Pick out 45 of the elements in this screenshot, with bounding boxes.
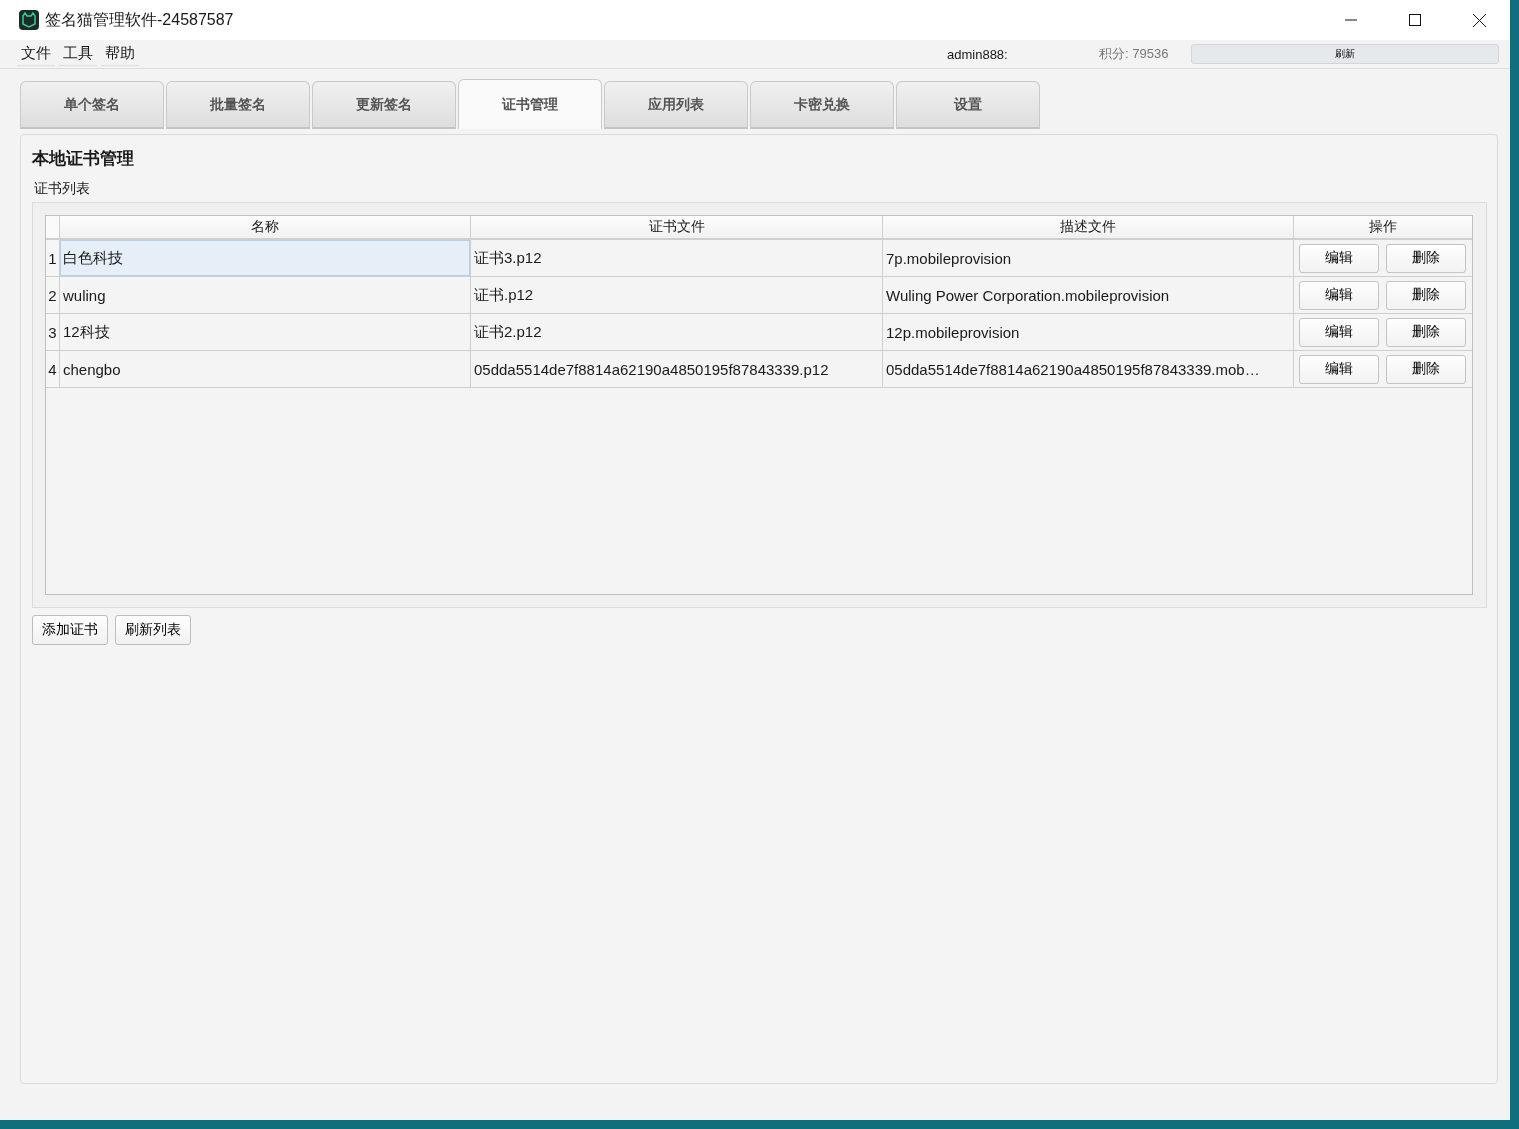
column-header: 描述文件 [882, 216, 1293, 240]
menu-item[interactable]: 帮助 [101, 42, 139, 66]
edit-button[interactable]: 编辑 [1299, 317, 1379, 347]
table-cell: 证书3.p12 [470, 240, 882, 277]
table-cell: 12p.mobileprovision [882, 314, 1293, 351]
window-title: 签名猫管理软件-24587587 [45, 9, 235, 30]
table-cell: 05dda5514de7f8814a62190a4850195f87843339.p12 [470, 351, 882, 388]
edit-button[interactable]: 编辑 [1299, 354, 1379, 384]
refresh-list-button[interactable]: 刷新列表 [115, 615, 191, 645]
group-label: 证书列表 [34, 180, 91, 198]
table-cell[interactable]: wuling [59, 277, 470, 314]
delete-button[interactable]: 删除 [1386, 317, 1466, 347]
table-cell: 证书2.p12 [470, 314, 882, 351]
table-cell[interactable]: 12科技 [59, 314, 470, 351]
refresh-button[interactable]: 刷新 [1191, 44, 1499, 64]
delete-button[interactable]: 删除 [1386, 280, 1466, 310]
column-header: 名称 [59, 216, 470, 240]
table-cell[interactable]: chengbo [59, 351, 470, 388]
column-header: 证书文件 [470, 216, 882, 240]
edit-button[interactable]: 编辑 [1299, 280, 1379, 310]
table-cell[interactable]: 白色科技 [59, 240, 470, 277]
table-cell: 05dda5514de7f8814a62190a4850195f87843339.mob… [882, 351, 1293, 388]
panel-title: 本地证书管理 [32, 148, 135, 170]
maximize-icon [1409, 14, 1421, 26]
edit-button[interactable]: 编辑 [1299, 243, 1379, 273]
tab[interactable]: 更新签名 [312, 81, 456, 129]
menu-item[interactable]: 文件 [17, 42, 55, 66]
add-certificate-button[interactable]: 添加证书 [32, 615, 108, 645]
tab[interactable]: 证书管理 [458, 79, 602, 129]
column-header: 操作 [1293, 216, 1472, 240]
table-cell: 证书.p12 [470, 277, 882, 314]
close-icon [1472, 13, 1486, 27]
points-label: 积分: 79536 [1099, 45, 1170, 63]
tab[interactable]: 卡密兑换 [750, 81, 894, 129]
app-logo-icon [19, 10, 39, 30]
table-cell: 7p.mobileprovision [882, 240, 1293, 277]
menu-item[interactable]: 工具 [59, 42, 97, 66]
username-label: admin888: [947, 46, 1009, 62]
table-cell: Wuling Power Corporation.mobileprovision [882, 277, 1293, 314]
tab[interactable]: 设置 [896, 81, 1040, 129]
delete-button[interactable]: 删除 [1386, 354, 1466, 384]
tab[interactable]: 单个签名 [20, 81, 164, 129]
tab[interactable]: 批量签名 [166, 81, 310, 129]
delete-button[interactable]: 删除 [1386, 243, 1466, 273]
tab[interactable]: 应用列表 [604, 81, 748, 129]
